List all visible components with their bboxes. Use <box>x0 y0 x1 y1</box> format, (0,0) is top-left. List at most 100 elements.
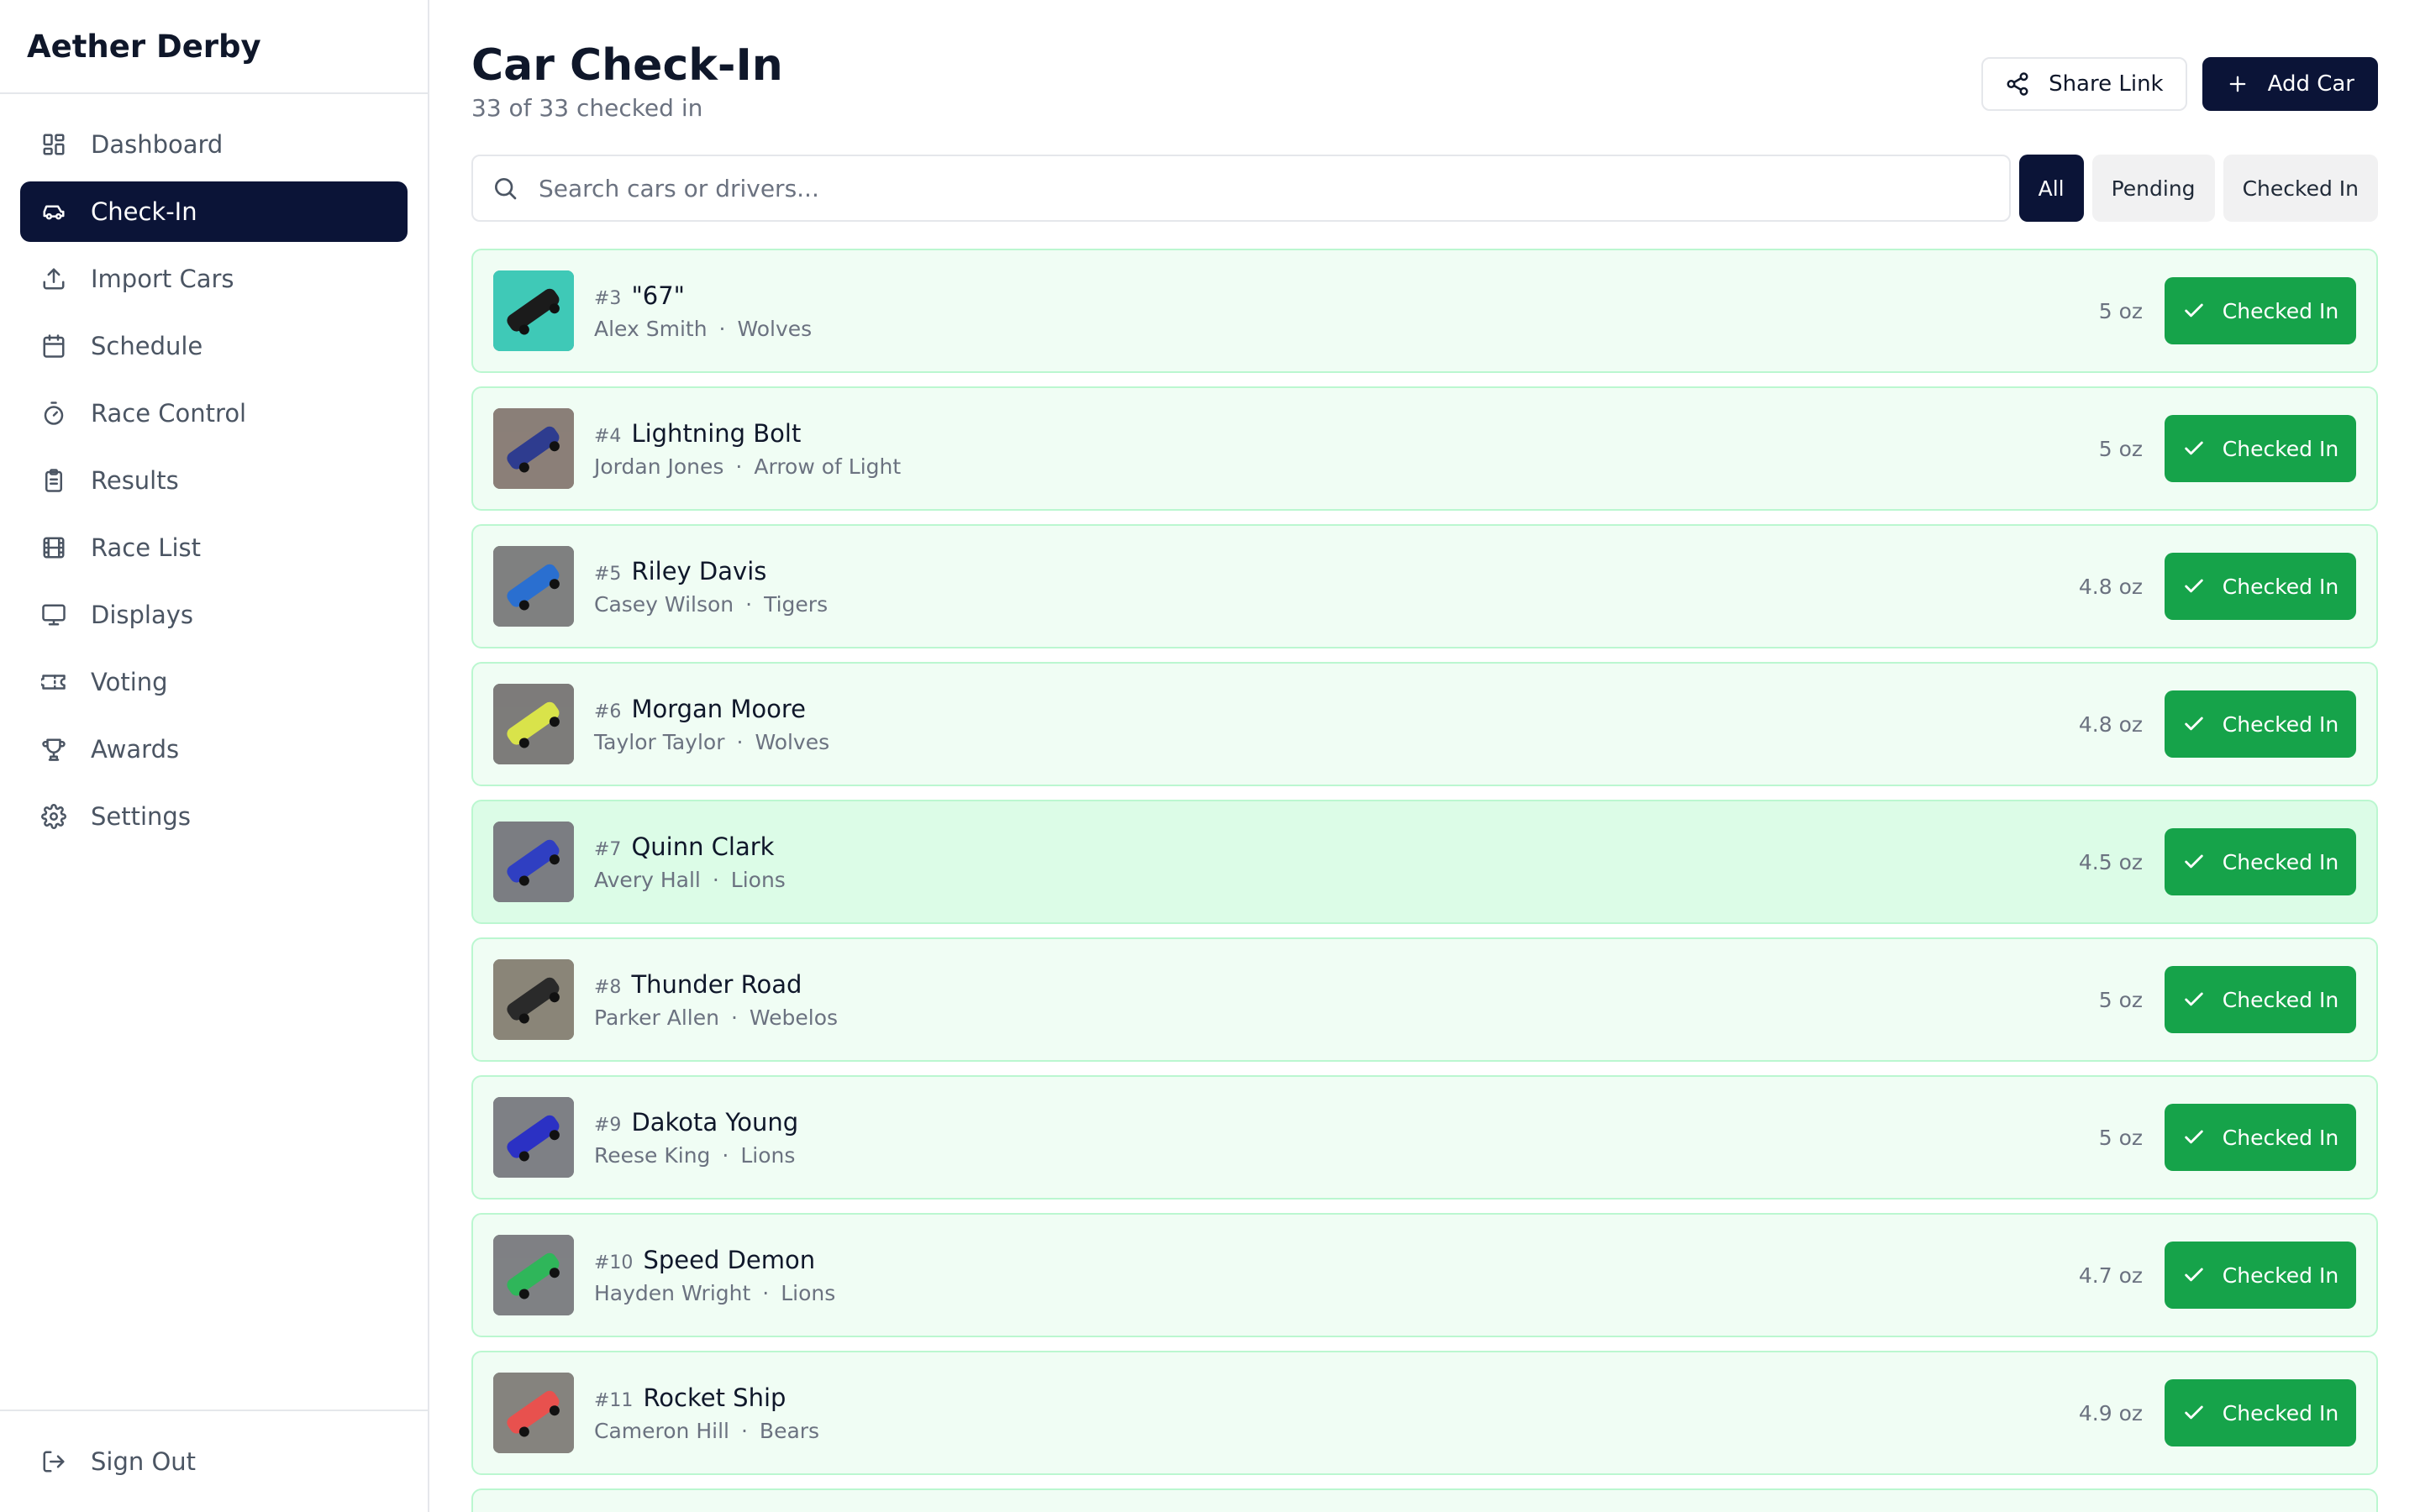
check-icon <box>2182 1401 2206 1425</box>
separator-dot: · <box>730 1005 738 1030</box>
sidebar-item-label: Results <box>91 466 179 495</box>
car-row[interactable]: #3 "67" Alex Smith · Wolves 5 oz Checked In <box>471 249 2378 373</box>
sidebar-item-label: Schedule <box>91 332 203 360</box>
car-info: #9 Dakota Young Reese King · Lions <box>594 1108 798 1168</box>
add-car-button[interactable]: Add Car <box>2202 57 2378 111</box>
car-row[interactable]: #4 Lightning Bolt Jordan Jones · Arrow of Li… <box>471 386 2378 511</box>
driver-name: Alex Smith <box>594 316 708 341</box>
car-photo <box>493 546 574 627</box>
driver-name: Casey Wilson <box>594 591 734 617</box>
driver-name: Avery Hall <box>594 867 701 892</box>
car-info: #8 Thunder Road Parker Allen · Webelos <box>594 970 838 1030</box>
sidebar-item-label: Race List <box>91 533 201 562</box>
car-row[interactable]: #10 Speed Demon Hayden Wright · Lions 4.7 oz C… <box>471 1213 2378 1337</box>
car-info: #4 Lightning Bolt Jordan Jones · Arrow of Li… <box>594 419 901 479</box>
sidebar-item-race-list[interactable]: Race List <box>20 517 408 578</box>
sidebar-item-race-control[interactable]: Race Control <box>20 383 408 444</box>
car-weight: 4.9 oz <box>2078 1400 2143 1425</box>
car-weight: 5 oz <box>2098 987 2143 1012</box>
car-name: Rocket Ship <box>643 1383 786 1412</box>
car-number: #4 <box>594 425 622 447</box>
checked-in-button[interactable]: Checked In <box>2165 1104 2356 1171</box>
car-weight: 5 oz <box>2098 298 2143 323</box>
check-icon <box>2182 1263 2206 1287</box>
checked-in-button[interactable]: Checked In <box>2165 277 2356 344</box>
share-link-button[interactable]: Share Link <box>1981 57 2187 111</box>
sidebar-item-settings[interactable]: Settings <box>20 786 408 847</box>
car-number: #9 <box>594 1114 622 1136</box>
sidebar-item-dashboard[interactable]: Dashboard <box>20 114 408 175</box>
status-label: Checked In <box>2222 711 2339 737</box>
sidebar-item-import-cars[interactable]: Import Cars <box>20 249 408 309</box>
car-weight: 4.8 oz <box>2078 711 2143 737</box>
separator-dot: · <box>735 454 743 479</box>
sidebar-item-schedule[interactable]: Schedule <box>20 316 408 376</box>
car-photo <box>493 408 574 489</box>
sidebar-item-check-in[interactable]: Check-In <box>20 181 408 242</box>
car-row[interactable]: #9 Dakota Young Reese King · Lions 5 oz Checke… <box>471 1075 2378 1200</box>
check-icon <box>2182 575 2206 598</box>
checked-in-button[interactable]: Checked In <box>2165 690 2356 758</box>
sign-out-icon <box>40 1448 67 1475</box>
ticket-icon <box>40 669 67 696</box>
add-car-label: Add Car <box>2267 71 2354 97</box>
filter-pending[interactable]: Pending <box>2091 155 2215 222</box>
driver-name: Parker Allen <box>594 1005 719 1030</box>
car-weight: 4.8 oz <box>2078 574 2143 599</box>
driver-name: Cameron Hill <box>594 1418 729 1443</box>
checked-in-button[interactable]: Checked In <box>2165 828 2356 895</box>
car-row[interactable]: #7 Quinn Clark Avery Hall · Lions 4.5 oz Check… <box>471 800 2378 924</box>
upload-icon <box>40 265 67 292</box>
monitor-icon <box>40 601 67 628</box>
check-icon <box>2182 1126 2206 1149</box>
car-info: #3 "67" Alex Smith · Wolves <box>594 281 812 341</box>
search-input[interactable] <box>537 173 2009 203</box>
checked-in-button[interactable]: Checked In <box>2165 966 2356 1033</box>
sidebar-nav: Dashboard Check-In Import Cars Schedule Race… <box>0 94 428 847</box>
separator-dot: · <box>740 1418 748 1443</box>
car-row[interactable]: #5 Riley Davis Casey Wilson · Tigers 4.8 oz Ch… <box>471 524 2378 648</box>
filter-checked-in[interactable]: Checked In <box>2223 155 2378 222</box>
check-icon <box>2182 712 2206 736</box>
status-label: Checked In <box>2222 849 2339 874</box>
sidebar: Aether Derby Dashboard Check-In Import Car… <box>0 0 429 1512</box>
gear-icon <box>40 803 67 830</box>
car-photo <box>493 1235 574 1315</box>
car-row[interactable]: #6 Morgan Moore Taylor Taylor · Wolves 4.8 oz… <box>471 662 2378 786</box>
checked-in-button[interactable]: Checked In <box>2165 1379 2356 1446</box>
filter-all[interactable]: All <box>2018 155 2084 222</box>
car-number: #3 <box>594 287 622 309</box>
sign-out-button[interactable]: Sign Out <box>20 1431 408 1492</box>
status-label: Checked In <box>2222 436 2339 461</box>
checked-in-button[interactable]: Checked In <box>2165 1242 2356 1309</box>
check-icon <box>2182 850 2206 874</box>
sidebar-item-awards[interactable]: Awards <box>20 719 408 780</box>
checked-in-button[interactable]: Checked In <box>2165 415 2356 482</box>
sidebar-item-results[interactable]: Results <box>20 450 408 511</box>
car-weight: 4.7 oz <box>2078 1263 2143 1288</box>
car-row[interactable]: #11 Rocket Ship Cameron Hill · Bears 4.9 oz Ch… <box>471 1351 2378 1475</box>
status-label: Checked In <box>2222 574 2339 599</box>
trophy-icon <box>40 736 67 763</box>
car-row[interactable]: #8 Thunder Road Parker Allen · Webelos 5 oz Ch… <box>471 937 2378 1062</box>
check-icon <box>2182 437 2206 460</box>
sidebar-item-voting[interactable]: Voting <box>20 652 408 712</box>
car-name: Lightning Bolt <box>631 418 802 448</box>
den-name: Webelos <box>749 1005 839 1030</box>
search-filter-bar: AllPendingChecked In <box>471 155 2378 222</box>
car-number: #11 <box>594 1389 634 1411</box>
car-photo <box>493 822 574 902</box>
sidebar-item-displays[interactable]: Displays <box>20 585 408 645</box>
car-photo <box>493 1373 574 1453</box>
separator-dot: · <box>712 867 719 892</box>
driver-name: Jordan Jones <box>594 454 724 479</box>
search-box <box>471 155 2011 222</box>
car-row[interactable] <box>471 1488 2378 1512</box>
car-name: Thunder Road <box>631 969 802 999</box>
sign-out-label: Sign Out <box>91 1447 197 1476</box>
checked-in-button[interactable]: Checked In <box>2165 553 2356 620</box>
car-number: #5 <box>594 563 622 585</box>
plus-icon <box>2226 72 2249 96</box>
car-info: #10 Speed Demon Hayden Wright · Lions <box>594 1246 835 1305</box>
car-name: Quinn Clark <box>631 832 775 861</box>
